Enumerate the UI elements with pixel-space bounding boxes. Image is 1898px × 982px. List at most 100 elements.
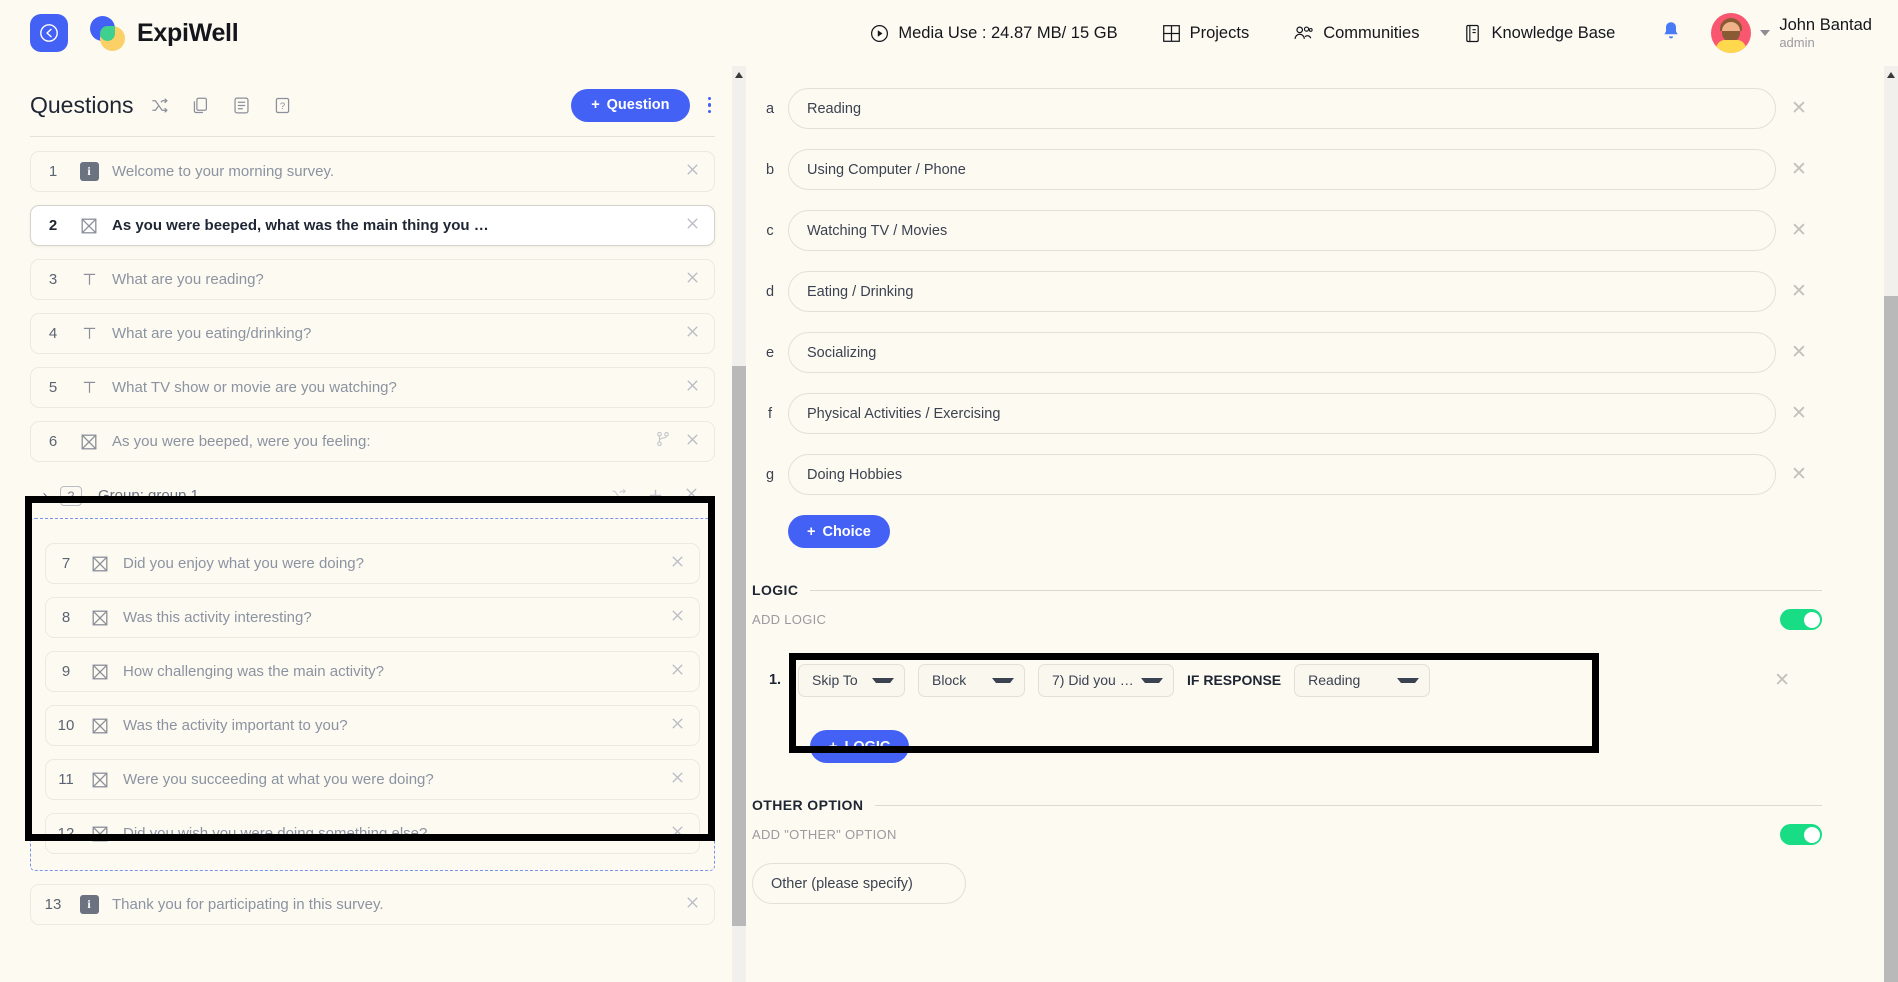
delete-question-button[interactable] (670, 662, 685, 682)
delete-question-button[interactable] (685, 895, 700, 915)
shuffle-icon[interactable] (150, 96, 169, 115)
delete-choice-button[interactable]: ✕ (1776, 341, 1822, 364)
question-row-7[interactable]: 7 Did you enjoy what you were doing? (45, 543, 700, 584)
chevron-right-icon[interactable]: › (30, 487, 60, 504)
close-icon[interactable] (685, 270, 700, 285)
notifications-button[interactable] (1637, 20, 1705, 47)
close-icon[interactable] (685, 216, 700, 231)
delete-question-button[interactable] (670, 716, 685, 736)
back-button[interactable] (30, 14, 68, 52)
question-list: 1 i Welcome to your morning survey. 2 As you… (0, 137, 745, 925)
delete-question-button[interactable] (670, 770, 685, 790)
question-row-11[interactable]: 11 Were you succeeding at what you were d… (45, 759, 700, 800)
question-logic-indicator[interactable] (655, 431, 671, 452)
logic-target-select[interactable]: 7) Did you enjoy wh... (1038, 663, 1174, 697)
question-row-4[interactable]: 4 What are you eating/drinking? (30, 313, 715, 354)
list-icon[interactable] (232, 96, 251, 115)
choice-input[interactable] (788, 393, 1776, 434)
choice-input[interactable] (788, 332, 1776, 373)
nav-projects[interactable]: Projects (1140, 24, 1272, 43)
delete-question-button[interactable] (685, 324, 700, 344)
add-choice-button[interactable]: + Choice (788, 515, 890, 548)
arrow-left-icon (40, 24, 58, 42)
question-row-1[interactable]: 1 i Welcome to your morning survey. (30, 151, 715, 192)
logic-target-type-select[interactable]: Block (918, 663, 1025, 697)
delete-choice-button[interactable]: ✕ (1776, 463, 1822, 486)
question-row-13[interactable]: 13 i Thank you for participating in this s… (30, 884, 715, 925)
close-icon[interactable] (670, 662, 685, 677)
right-scrollbar-thumb[interactable] (1884, 296, 1898, 982)
delete-choice-button[interactable]: ✕ (1776, 97, 1822, 120)
question-row-3[interactable]: 3 What are you reading? (30, 259, 715, 300)
logic-section-title: LOGIC (752, 582, 799, 598)
delete-choice-button[interactable]: ✕ (1776, 280, 1822, 303)
nav-communities[interactable]: Communities (1271, 24, 1441, 43)
question-row-10[interactable]: 10 Was the activity important to you? (45, 705, 700, 746)
text-icon (83, 273, 95, 285)
question-row-9[interactable]: 9 How challenging was the main activity? (45, 651, 700, 692)
brand-name: ExpiWell (137, 18, 239, 47)
group-header[interactable]: ›? Group: group 1 (30, 475, 715, 516)
close-icon[interactable] (670, 608, 685, 623)
shuffle-icon[interactable] (610, 487, 627, 504)
delete-logic-rule-button[interactable]: ✕ (1774, 669, 1822, 692)
nav-knowledge-base[interactable]: Knowledge Base (1441, 24, 1637, 43)
close-icon[interactable] (670, 770, 685, 785)
delete-question-button[interactable] (670, 824, 685, 844)
kebab-menu-icon[interactable] (704, 93, 716, 118)
choice-input[interactable] (788, 149, 1776, 190)
logic-response-select[interactable]: Reading (1294, 663, 1431, 697)
close-icon[interactable] (685, 432, 700, 447)
right-scrollbar[interactable] (1884, 66, 1898, 982)
delete-question-button[interactable] (685, 432, 700, 452)
question-row-2[interactable]: 2 As you were beeped, what was the main t… (30, 205, 715, 246)
other-option-input[interactable] (752, 863, 966, 904)
close-icon[interactable] (670, 716, 685, 731)
question-number: 1 (48, 163, 58, 180)
delete-choice-button[interactable]: ✕ (1776, 402, 1822, 425)
question-row-6[interactable]: 6 As you were beeped, were you feeling: (30, 421, 715, 462)
delete-choice-button[interactable]: ✕ (1776, 219, 1822, 242)
copy-icon[interactable] (191, 96, 210, 115)
delete-choice-button[interactable]: ✕ (1776, 158, 1822, 181)
help-icon[interactable]: ? (273, 96, 292, 115)
branch-icon[interactable] (655, 431, 671, 447)
question-row-12[interactable]: 12 Did you wish you were doing something … (45, 813, 700, 854)
delete-group-button[interactable] (684, 486, 699, 506)
add-logic-toggle[interactable] (1780, 609, 1822, 630)
choice-input[interactable] (788, 454, 1776, 495)
expiwell-logo-icon (90, 14, 128, 52)
question-row-8[interactable]: 8 Was this activity interesting? (45, 597, 700, 638)
add-other-option-toggle[interactable] (1780, 824, 1822, 845)
close-icon[interactable] (685, 378, 700, 393)
delete-question-button[interactable] (670, 608, 685, 628)
left-scrollbar[interactable] (732, 66, 746, 982)
close-icon[interactable] (685, 895, 700, 910)
delete-question-button[interactable] (685, 216, 700, 236)
close-icon[interactable] (685, 162, 700, 177)
delete-question-button[interactable] (685, 162, 700, 182)
choice-input[interactable] (788, 88, 1776, 129)
scroll-up-arrow-icon[interactable] (1887, 72, 1895, 78)
left-scrollbar-thumb[interactable] (732, 366, 746, 926)
delete-question-button[interactable] (670, 554, 685, 574)
close-icon[interactable] (685, 324, 700, 339)
brand-logo[interactable]: ExpiWell (90, 14, 239, 52)
choice-input[interactable] (788, 210, 1776, 251)
delete-question-button[interactable] (685, 270, 700, 290)
scroll-up-arrow-icon[interactable] (735, 72, 743, 78)
question-text: Was this activity interesting? (123, 609, 312, 626)
close-icon[interactable] (670, 824, 685, 839)
add-question-button[interactable]: + Question (571, 88, 690, 122)
choice-input[interactable] (788, 271, 1776, 312)
delete-question-button[interactable] (685, 378, 700, 398)
question-row-5[interactable]: 5 What TV show or movie are you watching? (30, 367, 715, 408)
add-logic-button[interactable]: + LOGIC (810, 730, 910, 763)
close-icon[interactable] (684, 486, 699, 501)
logic-action-select[interactable]: Skip To (798, 663, 905, 697)
user-menu[interactable]: John Bantad admin (1705, 13, 1872, 53)
nav-media-use[interactable]: Media Use : 24.87 MB/ 15 GB (848, 24, 1139, 43)
add-logic-row: ADD LOGIC (752, 609, 1822, 630)
plus-icon[interactable] (647, 487, 664, 504)
close-icon[interactable] (670, 554, 685, 569)
